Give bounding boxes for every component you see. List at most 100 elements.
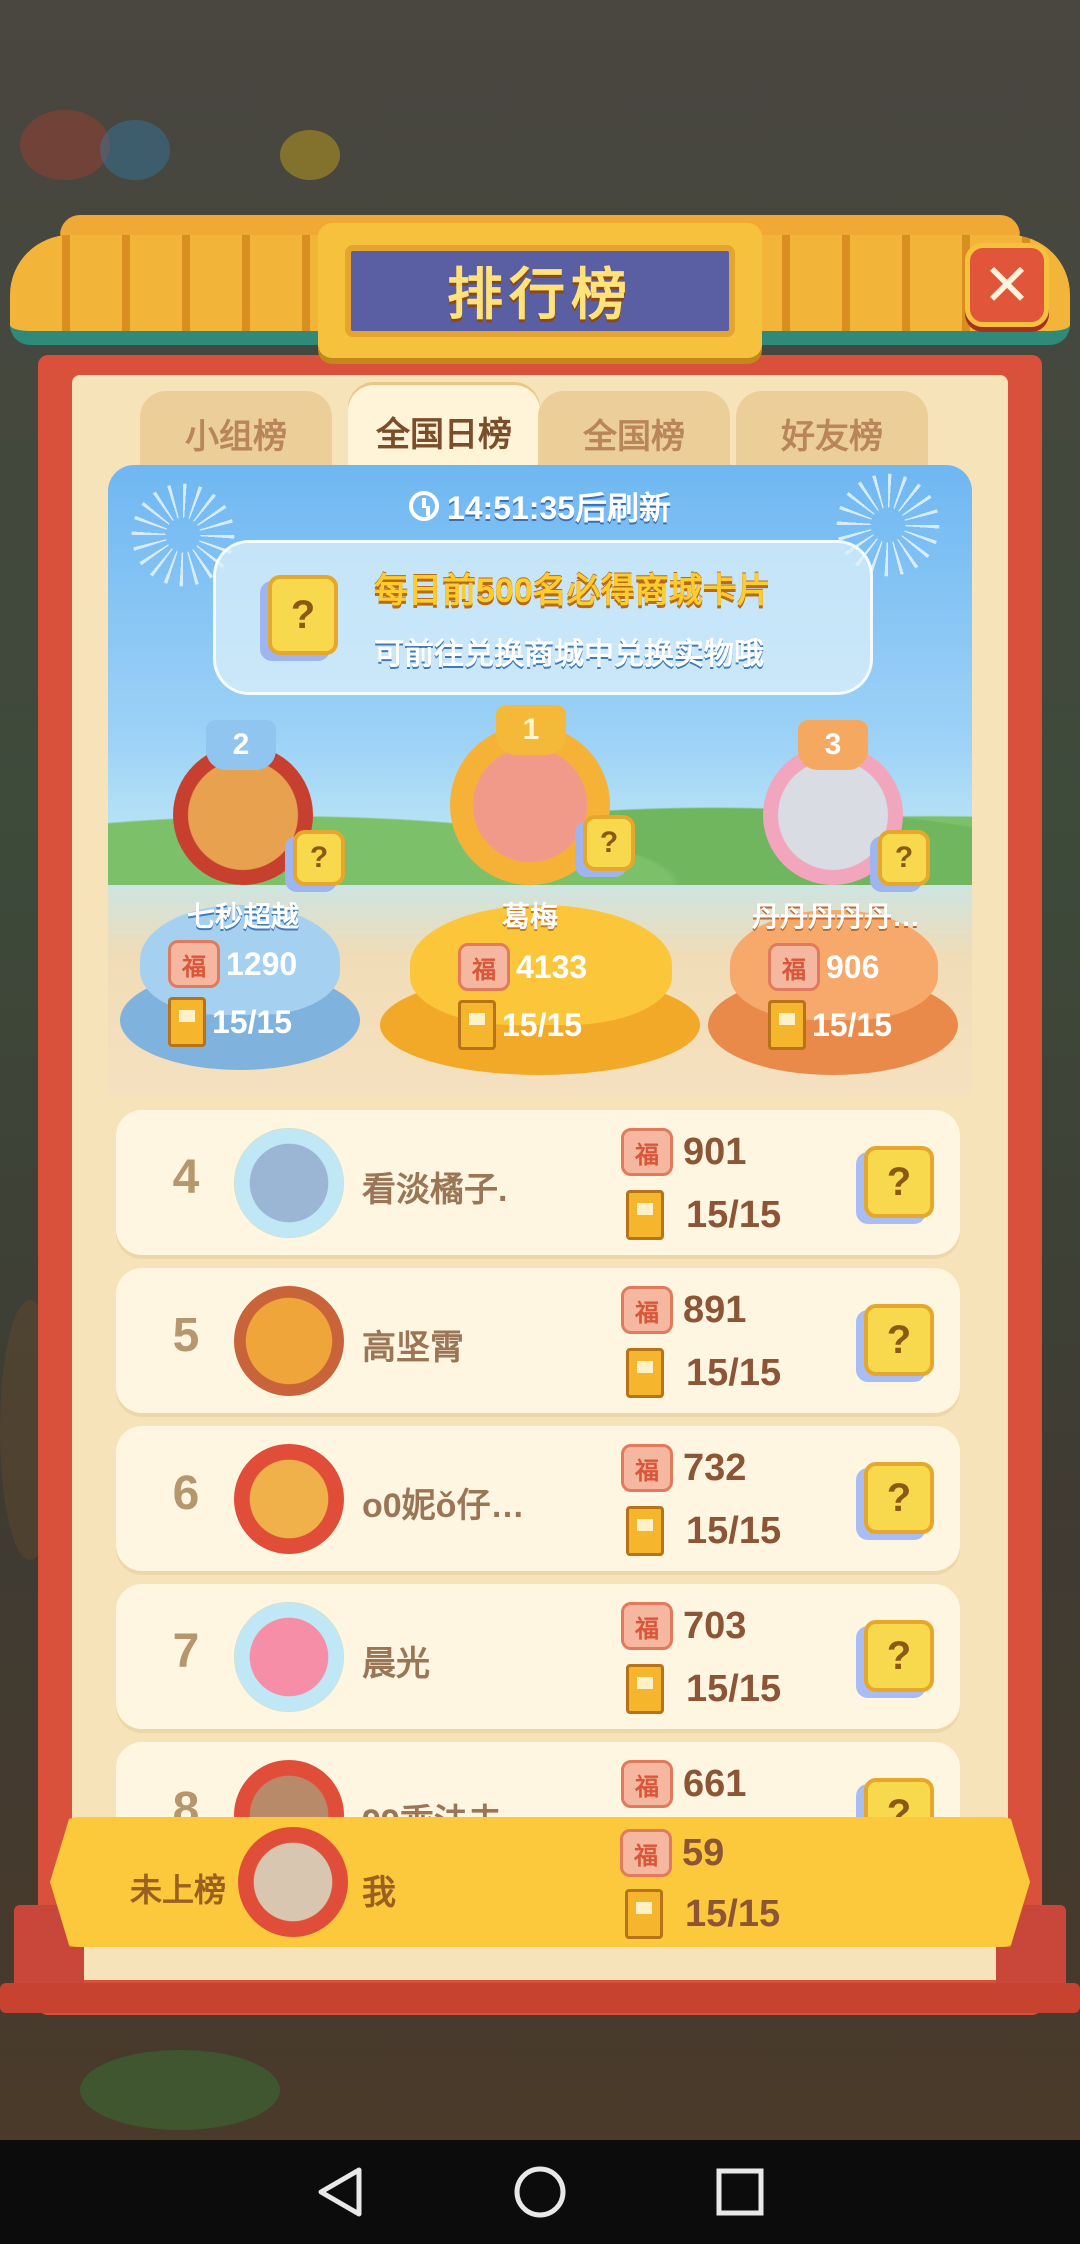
my-rank-row[interactable]: 未上榜 我 福 59 15/15: [50, 1817, 1030, 1947]
background-decor: [100, 120, 170, 180]
row-progress: 15/15: [626, 1348, 781, 1398]
list-item[interactable]: 7 晨光 福 703 15/15 ?: [116, 1584, 960, 1729]
score-value: 4133: [516, 948, 588, 985]
rank-badge: 2: [206, 720, 276, 770]
row-score: 福 703: [621, 1602, 746, 1650]
card-icon: ?: [864, 1620, 934, 1692]
progress-value: 15/15: [812, 1006, 893, 1043]
fu-icon: 福: [621, 1760, 673, 1808]
refresh-timer: 14:51:35后刷新: [108, 483, 972, 529]
row-progress: 15/15: [626, 1190, 781, 1240]
list-item[interactable]: 6 o0妮ǒ仔… 福 732 15/15 ?: [116, 1426, 960, 1571]
book-icon: [626, 1190, 664, 1240]
question-mark-glyph: ?: [894, 841, 914, 874]
podium-progress: 15/15: [168, 997, 292, 1047]
tab-friends[interactable]: 好友榜: [736, 391, 928, 475]
fu-icon: 福: [168, 940, 220, 988]
row-progress: 15/15: [626, 1664, 781, 1714]
podium-progress: 15/15: [458, 1000, 582, 1050]
fu-icon: 福: [621, 1128, 673, 1176]
my-score: 福 59: [620, 1829, 724, 1877]
fu-icon: 福: [458, 943, 510, 991]
question-mark-glyph: ?: [599, 826, 619, 859]
card-icon: ?: [864, 1462, 934, 1534]
progress-value: 15/15: [685, 1892, 781, 1935]
podium-name: 丹丹丹丹丹…: [751, 901, 920, 932]
tab-national[interactable]: 全国榜: [538, 391, 730, 475]
progress-value: 15/15: [686, 1351, 782, 1394]
row-rank: 4: [172, 1151, 200, 1204]
background-decor: [80, 2050, 280, 2130]
tab-bar: 小组榜 全国日榜 全国榜 好友榜: [140, 385, 940, 477]
fu-icon: 福: [621, 1444, 673, 1492]
book-icon: [625, 1889, 663, 1939]
score-value: 901: [683, 1130, 747, 1173]
fu-icon: 福: [620, 1829, 672, 1877]
rank-badge: 3: [798, 720, 868, 770]
avatar: [234, 1128, 344, 1238]
avatar: [234, 1602, 344, 1712]
row-name: 看淡橘子.: [362, 1171, 508, 1209]
card-icon: ?: [583, 815, 635, 871]
row-name: 晨光: [362, 1645, 430, 1683]
row-progress: 15/15: [626, 1506, 781, 1556]
score-value: 661: [683, 1762, 747, 1805]
banner-title: 每日前500名必得商城卡片: [374, 572, 771, 610]
background-decor: [20, 110, 110, 180]
back-button[interactable]: [310, 2162, 370, 2222]
roof: 排行榜 ✕: [0, 195, 1080, 365]
rank-badge: 1: [496, 705, 566, 755]
row-rank: 7: [172, 1625, 200, 1678]
row-score: 福 732: [621, 1444, 746, 1492]
score-value: 906: [826, 948, 880, 985]
system-nav-bar: [0, 2140, 1080, 2244]
hero-section: 14:51:35后刷新 ? 每日前500名必得商城卡片 可前往兑换商城中兑换实物…: [108, 465, 972, 1095]
page-title: 排行榜: [345, 244, 735, 337]
fu-icon: 福: [621, 1602, 673, 1650]
my-progress: 15/15: [625, 1889, 780, 1939]
avatar: [238, 1827, 348, 1937]
card-icon: ?: [864, 1304, 934, 1376]
card-icon: ?: [268, 575, 338, 655]
podium-score: 福 1290: [168, 940, 297, 988]
recents-icon: [716, 2168, 764, 2216]
title-plaque: 排行榜: [318, 223, 762, 358]
card-icon: ?: [293, 830, 345, 886]
podium-name: 七秒超越: [186, 901, 299, 932]
list-item[interactable]: 4 看淡橘子. 福 901 15/15 ?: [116, 1110, 960, 1255]
row-score: 福 891: [621, 1286, 746, 1334]
list-item[interactable]: 5 高坚霄 福 891 15/15 ?: [116, 1268, 960, 1413]
book-icon: [626, 1664, 664, 1714]
row-score: 福 661: [621, 1760, 746, 1808]
book-icon: [626, 1348, 664, 1398]
fu-icon: 福: [768, 943, 820, 991]
row-name: o0妮ǒ仔…: [362, 1487, 525, 1525]
recents-button[interactable]: [710, 2162, 770, 2222]
tab-group[interactable]: 小组榜: [140, 391, 332, 475]
background-decor: [280, 130, 340, 180]
question-mark-glyph: ?: [886, 1475, 912, 1520]
home-button[interactable]: [510, 2162, 570, 2222]
question-mark-glyph: ?: [886, 1317, 912, 1362]
row-score: 福 901: [621, 1128, 746, 1176]
close-button[interactable]: ✕: [965, 243, 1049, 327]
card-icon: ?: [878, 830, 930, 886]
avatar: [234, 1444, 344, 1554]
podium-progress: 15/15: [768, 1000, 892, 1050]
book-icon: [768, 1000, 806, 1050]
score-value: 891: [683, 1288, 747, 1331]
book-icon: [168, 997, 206, 1047]
podium-score: 福 906: [768, 943, 879, 991]
row-name: 高坚霄: [362, 1329, 464, 1367]
timer-text: 14:51:35后刷新: [446, 490, 672, 526]
podium-name: 葛梅: [501, 901, 558, 932]
reward-banner: ? 每日前500名必得商城卡片 可前往兑换商城中兑换实物哦: [213, 540, 873, 695]
my-name: 我: [362, 1874, 396, 1912]
progress-value: 15/15: [686, 1193, 782, 1236]
score-value: 1290: [226, 945, 298, 982]
card-icon: ?: [864, 1146, 934, 1218]
tab-national-daily[interactable]: 全国日榜: [348, 385, 540, 477]
fu-icon: 福: [621, 1286, 673, 1334]
row-rank: 6: [172, 1467, 200, 1520]
avatar: [234, 1286, 344, 1396]
